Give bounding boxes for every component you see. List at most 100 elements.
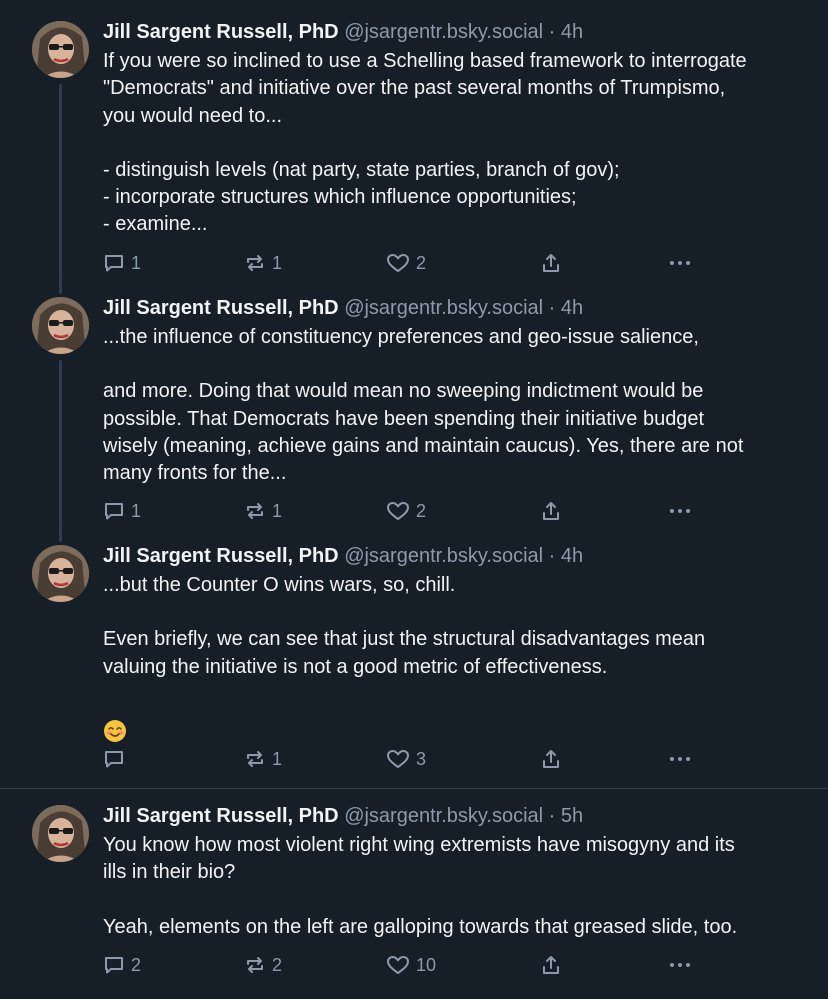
post-text-line: possible. That Democrats have been spend…: [103, 407, 705, 430]
post-text-line: ills in their bio?: [103, 861, 236, 884]
repost-button[interactable]: 1: [244, 748, 282, 770]
repost-icon: [244, 748, 266, 770]
reply-icon: [103, 252, 125, 274]
timestamp[interactable]: 4h: [561, 545, 583, 567]
post-text-line: You know how most violent right wing ext…: [103, 834, 735, 856]
post-text-line: and more. Doing that would mean no sweep…: [103, 380, 704, 403]
post-text-blank: [103, 130, 802, 157]
post-text-line: Yeah, elements on the left are galloping…: [103, 915, 738, 938]
share-button[interactable]: [540, 500, 562, 522]
post-actions: 1 3: [103, 744, 703, 774]
post-text-line: many fronts for the...: [103, 462, 287, 485]
share-icon: [540, 954, 562, 976]
post-text-line: Even briefly, we can see that just the s…: [103, 628, 706, 651]
author-name[interactable]: Jill Sargent Russell, PhD: [103, 21, 339, 43]
share-button[interactable]: [540, 252, 562, 274]
share-button[interactable]: [540, 748, 562, 770]
post-actions: 1 1 2: [103, 496, 703, 526]
like-icon: [386, 252, 410, 274]
post-text-line: - examine...: [103, 213, 208, 236]
post-header: Jill Sargent Russell, PhD @jsargentr.bsk…: [103, 802, 802, 830]
post-text-line: ...the influence of constituency prefere…: [103, 326, 699, 348]
like-count: 10: [416, 954, 437, 975]
post-actions: 1 1 2: [103, 248, 703, 278]
share-button[interactable]: [540, 954, 562, 976]
share-icon: [540, 252, 562, 274]
repost-count: 1: [272, 748, 283, 769]
post-header: Jill Sargent Russell, PhD @jsargentr.bsk…: [103, 18, 802, 46]
avatar[interactable]: [32, 805, 89, 862]
share-icon: [540, 748, 562, 770]
reply-count: 2: [131, 954, 142, 975]
repost-count: 2: [272, 954, 283, 975]
separator: ·: [548, 21, 556, 43]
more-icon: [668, 748, 692, 770]
author-name[interactable]: Jill Sargent Russell, PhD: [103, 805, 339, 827]
repost-icon: [244, 954, 266, 976]
repost-icon: [244, 252, 266, 274]
post-text: If you were so inclined to use a Schelli…: [103, 48, 802, 239]
author-handle[interactable]: @jsargentr.bsky.social: [344, 297, 543, 319]
timestamp[interactable]: 4h: [561, 297, 583, 319]
like-button[interactable]: 2: [386, 500, 426, 522]
reply-button[interactable]: [103, 748, 131, 770]
more-options-button[interactable]: [668, 252, 692, 274]
avatar[interactable]: [32, 21, 89, 78]
thread-line: [59, 276, 62, 294]
separator: ·: [548, 545, 556, 567]
author-handle[interactable]: @jsargentr.bsky.social: [344, 21, 543, 43]
feed: Jill Sargent Russell, PhD @jsargentr.bsk…: [0, 0, 828, 999]
post-text-line: - incorporate structures which influence…: [103, 186, 577, 209]
post[interactable]: Jill Sargent Russell, PhD @jsargentr.bsk…: [0, 0, 828, 290]
more-icon: [668, 500, 692, 522]
like-button[interactable]: 3: [386, 748, 426, 770]
more-options-button[interactable]: [668, 954, 692, 976]
post-text-line: you would need to...: [103, 104, 283, 127]
author-name[interactable]: Jill Sargent Russell, PhD: [103, 297, 339, 319]
post-text: ...but the Counter O wins wars, so, chil…: [103, 572, 802, 681]
post-text: You know how most violent right wing ext…: [103, 832, 802, 941]
repost-button[interactable]: 1: [244, 500, 282, 522]
reply-icon: [103, 748, 125, 770]
thread-line: [59, 360, 62, 538]
reply-count: 1: [131, 252, 142, 273]
repost-button[interactable]: 2: [244, 954, 282, 976]
repost-count: 1: [272, 500, 283, 521]
post[interactable]: Jill Sargent Russell, PhD @jsargentr.bsk…: [0, 276, 828, 538]
repost-button[interactable]: 1: [244, 252, 282, 274]
avatar[interactable]: [32, 545, 89, 602]
reply-button[interactable]: 1: [103, 500, 141, 522]
post-text-line: valuing the initiative is not a good met…: [103, 655, 608, 678]
more-options-button[interactable]: [668, 500, 692, 522]
post-actions: 2 2 10: [103, 950, 703, 980]
separator: ·: [548, 297, 556, 319]
like-button[interactable]: 10: [386, 954, 436, 976]
reply-icon: [103, 500, 125, 522]
timestamp[interactable]: 4h: [561, 21, 583, 43]
reply-icon: [103, 954, 125, 976]
timestamp[interactable]: 5h: [561, 805, 583, 827]
like-button[interactable]: 2: [386, 252, 426, 274]
more-icon: [668, 252, 692, 274]
more-options-button[interactable]: [668, 748, 692, 770]
avatar[interactable]: [32, 297, 89, 354]
post[interactable]: Jill Sargent Russell, PhD @jsargentr.bsk…: [0, 524, 828, 788]
reply-button[interactable]: 2: [103, 954, 141, 976]
like-icon: [386, 748, 410, 770]
author-name[interactable]: Jill Sargent Russell, PhD: [103, 545, 339, 567]
post-text-line: If you were so inclined to use a Schelli…: [103, 50, 747, 72]
post-text-blank: [103, 351, 802, 378]
post-text-blank: [103, 599, 802, 626]
post-header: Jill Sargent Russell, PhD @jsargentr.bsk…: [103, 542, 802, 570]
repost-icon: [244, 500, 266, 522]
post-text-line: wisely (meaning, achieve gains and maint…: [103, 434, 744, 457]
like-count: 2: [416, 252, 427, 273]
reply-button[interactable]: 1: [103, 252, 141, 274]
author-handle[interactable]: @jsargentr.bsky.social: [344, 545, 543, 567]
author-handle[interactable]: @jsargentr.bsky.social: [344, 805, 543, 827]
post[interactable]: Jill Sargent Russell, PhD @jsargentr.bsk…: [0, 784, 828, 999]
post-text: ...the influence of constituency prefere…: [103, 324, 802, 487]
like-count: 3: [416, 748, 427, 769]
share-icon: [540, 500, 562, 522]
post-text-blank: [103, 887, 802, 914]
